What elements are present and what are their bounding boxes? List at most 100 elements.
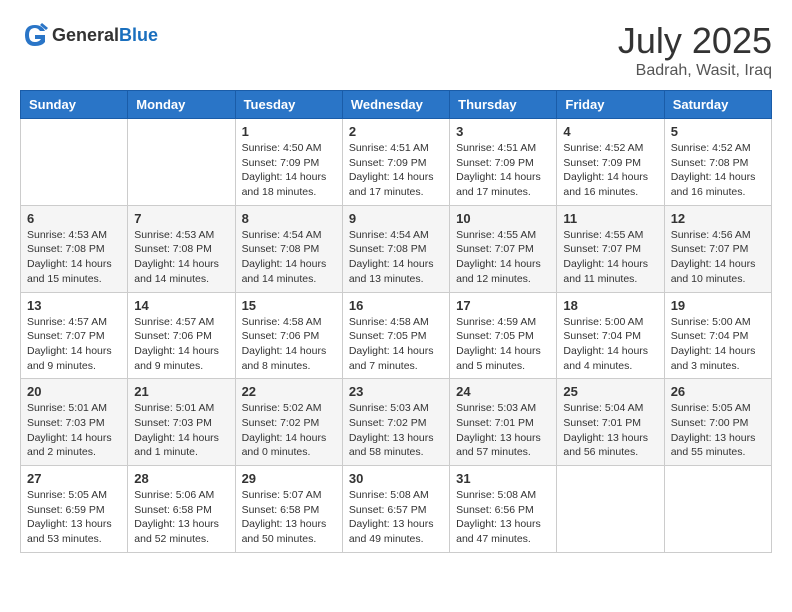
calendar-day-cell: 21Sunrise: 5:01 AM Sunset: 7:03 PM Dayli… [128, 379, 235, 466]
calendar-day-cell: 31Sunrise: 5:08 AM Sunset: 6:56 PM Dayli… [450, 466, 557, 553]
day-info: Sunrise: 5:05 AM Sunset: 7:00 PM Dayligh… [671, 401, 765, 460]
calendar-day-cell: 6Sunrise: 4:53 AM Sunset: 7:08 PM Daylig… [21, 205, 128, 292]
day-of-week-header: Tuesday [235, 91, 342, 119]
day-number: 8 [242, 211, 336, 226]
day-number: 28 [134, 471, 228, 486]
day-number: 10 [456, 211, 550, 226]
location: Badrah, Wasit, Iraq [618, 62, 772, 80]
day-info: Sunrise: 5:08 AM Sunset: 6:57 PM Dayligh… [349, 488, 443, 547]
calendar-day-cell: 3Sunrise: 4:51 AM Sunset: 7:09 PM Daylig… [450, 119, 557, 206]
day-info: Sunrise: 5:00 AM Sunset: 7:04 PM Dayligh… [671, 315, 765, 374]
day-of-week-header: Wednesday [342, 91, 449, 119]
calendar-day-cell: 2Sunrise: 4:51 AM Sunset: 7:09 PM Daylig… [342, 119, 449, 206]
day-info: Sunrise: 5:04 AM Sunset: 7:01 PM Dayligh… [563, 401, 657, 460]
day-info: Sunrise: 5:06 AM Sunset: 6:58 PM Dayligh… [134, 488, 228, 547]
day-info: Sunrise: 5:08 AM Sunset: 6:56 PM Dayligh… [456, 488, 550, 547]
day-number: 9 [349, 211, 443, 226]
day-info: Sunrise: 4:50 AM Sunset: 7:09 PM Dayligh… [242, 141, 336, 200]
day-of-week-header: Sunday [21, 91, 128, 119]
day-info: Sunrise: 5:02 AM Sunset: 7:02 PM Dayligh… [242, 401, 336, 460]
day-info: Sunrise: 4:59 AM Sunset: 7:05 PM Dayligh… [456, 315, 550, 374]
day-info: Sunrise: 5:03 AM Sunset: 7:01 PM Dayligh… [456, 401, 550, 460]
calendar-day-cell: 17 Sunrise: 4:59 AM Sunset: 7:05 PM Dayli… [450, 292, 557, 379]
day-number: 16 [349, 298, 443, 313]
day-number: 23 [349, 384, 443, 399]
day-info: Sunrise: 4:52 AM Sunset: 7:09 PM Dayligh… [563, 141, 657, 200]
calendar-day-cell: 23 Sunrise: 5:03 AM Sunset: 7:02 PM Dayli… [342, 379, 449, 466]
calendar-table: SundayMondayTuesdayWednesdayThursdayFrid… [20, 90, 772, 553]
calendar-week-row: 6 Sunrise: 4:53 AM Sunset: 7:08 PM Daylig… [21, 205, 772, 292]
calendar-day-cell: 19 Sunrise: 5:00 AM Sunset: 7:04 PM Dayli… [664, 292, 771, 379]
day-info: Sunrise: 5:01 AM Sunset: 7:03 PM Dayligh… [27, 401, 121, 460]
day-number: 5 [671, 124, 765, 139]
day-number: 22 [242, 384, 336, 399]
calendar-day-cell: 26 Sunrise: 5:05 AM Sunset: 7:00 PM Dayli… [664, 379, 771, 466]
logo-icon [20, 20, 50, 50]
day-of-week-header: Saturday [664, 91, 771, 119]
day-number: 17 [456, 298, 550, 313]
day-number: 3 [456, 124, 550, 139]
calendar-day-cell: 18Sunrise: 5:00 AM Sunset: 7:04 PM Dayli… [557, 292, 664, 379]
page-header: GeneralBlue July 2025 Badrah, Wasit, Ira… [20, 20, 772, 80]
day-of-week-header: Thursday [450, 91, 557, 119]
day-number: 15 [242, 298, 336, 313]
month-year: July 2025 [618, 20, 772, 62]
day-number: 12 [671, 211, 765, 226]
day-number: 1 [242, 124, 336, 139]
day-of-week-header: Friday [557, 91, 664, 119]
day-info: Sunrise: 5:00 AM Sunset: 7:04 PM Dayligh… [563, 315, 657, 374]
calendar-day-cell: 11Sunrise: 4:55 AM Sunset: 7:07 PM Dayli… [557, 205, 664, 292]
calendar-day-cell [664, 466, 771, 553]
calendar-day-cell: 30 Sunrise: 5:08 AM Sunset: 6:57 PM Dayli… [342, 466, 449, 553]
calendar-day-cell: 14 Sunrise: 4:57 AM Sunset: 7:06 PM Dayli… [128, 292, 235, 379]
calendar-week-row: 27 Sunrise: 5:05 AM Sunset: 6:59 PM Dayli… [21, 466, 772, 553]
logo: GeneralBlue [20, 20, 158, 50]
calendar-header-row: SundayMondayTuesdayWednesdayThursdayFrid… [21, 91, 772, 119]
day-info: Sunrise: 4:51 AM Sunset: 7:09 PM Dayligh… [349, 141, 443, 200]
day-number: 14 [134, 298, 228, 313]
day-info: Sunrise: 4:58 AM Sunset: 7:06 PM Dayligh… [242, 315, 336, 374]
day-number: 4 [563, 124, 657, 139]
calendar-week-row: 13 Sunrise: 4:57 AM Sunset: 7:07 PM Dayli… [21, 292, 772, 379]
calendar-day-cell: 8 Sunrise: 4:54 AM Sunset: 7:08 PM Daylig… [235, 205, 342, 292]
day-info: Sunrise: 5:03 AM Sunset: 7:02 PM Dayligh… [349, 401, 443, 460]
day-number: 6 [27, 211, 121, 226]
logo-blue: Blue [119, 25, 158, 45]
calendar-day-cell: 13 Sunrise: 4:57 AM Sunset: 7:07 PM Dayli… [21, 292, 128, 379]
day-info: Sunrise: 4:57 AM Sunset: 7:07 PM Dayligh… [27, 315, 121, 374]
day-number: 30 [349, 471, 443, 486]
calendar-day-cell: 12Sunrise: 4:56 AM Sunset: 7:07 PM Dayli… [664, 205, 771, 292]
day-number: 27 [27, 471, 121, 486]
day-number: 7 [134, 211, 228, 226]
day-number: 26 [671, 384, 765, 399]
calendar-day-cell: 24 Sunrise: 5:03 AM Sunset: 7:01 PM Dayli… [450, 379, 557, 466]
day-number: 19 [671, 298, 765, 313]
day-info: Sunrise: 4:55 AM Sunset: 7:07 PM Dayligh… [563, 228, 657, 287]
calendar-day-cell [557, 466, 664, 553]
calendar-day-cell: 15 Sunrise: 4:58 AM Sunset: 7:06 PM Dayli… [235, 292, 342, 379]
day-number: 13 [27, 298, 121, 313]
logo-text: GeneralBlue [52, 25, 158, 46]
calendar-day-cell: 28 Sunrise: 5:06 AM Sunset: 6:58 PM Dayli… [128, 466, 235, 553]
calendar-day-cell: 22 Sunrise: 5:02 AM Sunset: 7:02 PM Dayli… [235, 379, 342, 466]
day-info: Sunrise: 5:01 AM Sunset: 7:03 PM Dayligh… [134, 401, 228, 460]
calendar-day-cell: 9Sunrise: 4:54 AM Sunset: 7:08 PM Daylig… [342, 205, 449, 292]
calendar-day-cell: 27 Sunrise: 5:05 AM Sunset: 6:59 PM Dayli… [21, 466, 128, 553]
calendar-day-cell: 5 Sunrise: 4:52 AM Sunset: 7:08 PM Daylig… [664, 119, 771, 206]
day-number: 29 [242, 471, 336, 486]
day-info: Sunrise: 5:07 AM Sunset: 6:58 PM Dayligh… [242, 488, 336, 547]
calendar-day-cell: 1 Sunrise: 4:50 AM Sunset: 7:09 PM Daylig… [235, 119, 342, 206]
calendar-day-cell: 25Sunrise: 5:04 AM Sunset: 7:01 PM Dayli… [557, 379, 664, 466]
title-block: July 2025 Badrah, Wasit, Iraq [618, 20, 772, 80]
calendar-week-row: 20Sunrise: 5:01 AM Sunset: 7:03 PM Dayli… [21, 379, 772, 466]
day-info: Sunrise: 4:55 AM Sunset: 7:07 PM Dayligh… [456, 228, 550, 287]
day-of-week-header: Monday [128, 91, 235, 119]
day-info: Sunrise: 4:53 AM Sunset: 7:08 PM Dayligh… [134, 228, 228, 287]
day-number: 24 [456, 384, 550, 399]
day-info: Sunrise: 4:54 AM Sunset: 7:08 PM Dayligh… [242, 228, 336, 287]
calendar-day-cell: 7 Sunrise: 4:53 AM Sunset: 7:08 PM Daylig… [128, 205, 235, 292]
day-info: Sunrise: 4:52 AM Sunset: 7:08 PM Dayligh… [671, 141, 765, 200]
day-info: Sunrise: 5:05 AM Sunset: 6:59 PM Dayligh… [27, 488, 121, 547]
logo-general: General [52, 25, 119, 45]
day-info: Sunrise: 4:57 AM Sunset: 7:06 PM Dayligh… [134, 315, 228, 374]
